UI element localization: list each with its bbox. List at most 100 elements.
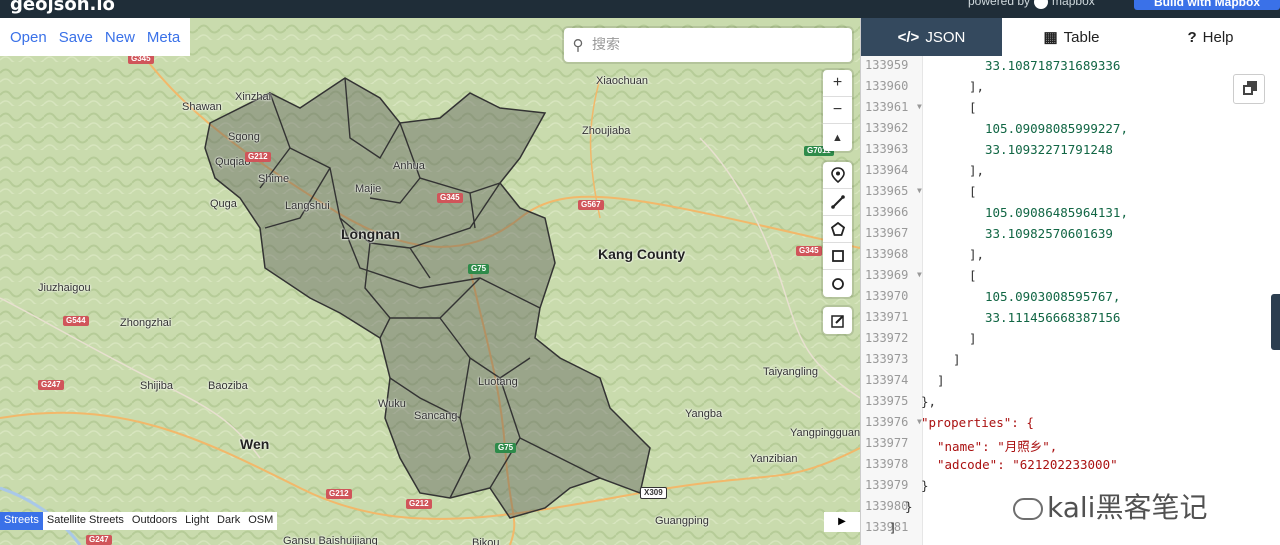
tab-label: JSON bbox=[925, 28, 966, 46]
line-number: 133980 bbox=[865, 499, 909, 513]
rectangle-icon[interactable] bbox=[823, 243, 852, 270]
line-number: 133968 bbox=[865, 247, 909, 261]
code-line: 105.09086485964131, bbox=[985, 205, 1128, 220]
place-label: Xinzhai bbox=[235, 91, 272, 103]
build-with-mapbox-button[interactable]: Build with Mapbox bbox=[1134, 0, 1280, 10]
wechat-icon bbox=[1013, 498, 1043, 520]
place-label: Yanzibian bbox=[750, 453, 798, 465]
json-editor[interactable]: 133959 133960 133961 ▼ 133962 133963 133964 133… bbox=[861, 56, 1280, 545]
code-line: 33.108718731689336 bbox=[985, 58, 1121, 73]
road-shield: G212 bbox=[245, 152, 271, 162]
code-line: "name": "月照乡", bbox=[937, 439, 1058, 454]
fold-toggle-icon[interactable]: ▼ bbox=[917, 102, 922, 111]
line-number: 133976 bbox=[865, 415, 909, 429]
edit-icon[interactable] bbox=[823, 307, 852, 334]
code-line: "adcode": "621202233000" bbox=[937, 457, 1118, 472]
place-label: Majie bbox=[355, 183, 382, 195]
style-dark[interactable]: Dark bbox=[213, 512, 244, 530]
line-number: 133969 bbox=[865, 268, 909, 282]
place-label: Guangping bbox=[655, 515, 709, 527]
place-label: Sgong bbox=[228, 131, 260, 143]
line-icon[interactable] bbox=[823, 189, 852, 216]
line-number: 133977 bbox=[865, 436, 909, 450]
style-light[interactable]: Light bbox=[181, 512, 213, 530]
tab-table[interactable]: ▦ Table bbox=[1002, 18, 1141, 56]
marker-icon[interactable] bbox=[823, 162, 852, 189]
style-streets[interactable]: Streets bbox=[0, 512, 43, 530]
road-shield: G75 bbox=[495, 443, 517, 453]
place-label: Shijiba bbox=[140, 380, 174, 392]
place-label: Yangba bbox=[685, 408, 723, 420]
place-label: Yangpingguan bbox=[790, 427, 860, 439]
zoom-in-button[interactable]: + bbox=[823, 70, 852, 97]
code-line: "properties": { bbox=[921, 415, 1034, 430]
collapse-panel-button[interactable]: ▶ bbox=[824, 512, 860, 532]
style-osm[interactable]: OSM bbox=[244, 512, 277, 530]
search-box: ⚲ bbox=[564, 28, 852, 62]
place-label: Baoziba bbox=[208, 380, 248, 392]
road-shield: G75 bbox=[468, 264, 490, 274]
line-number: 133981 bbox=[865, 520, 909, 534]
place-label: Xiaochuan bbox=[596, 75, 648, 87]
scrollbar-handle[interactable] bbox=[1271, 294, 1280, 350]
code-line: ] bbox=[937, 373, 945, 388]
search-input[interactable] bbox=[592, 37, 832, 53]
map[interactable]: Xinzhai Shawan Xiaochuan Zhoujiaba Quqia… bbox=[0, 18, 860, 545]
mapbox-icon bbox=[1034, 0, 1049, 9]
code-line: }, bbox=[921, 394, 937, 409]
polygon-icon[interactable] bbox=[823, 216, 852, 243]
road-shield: G212 bbox=[406, 499, 432, 509]
circle-icon[interactable] bbox=[823, 270, 852, 297]
road-shield: G567 bbox=[578, 200, 604, 210]
fold-toggle-icon[interactable]: ▼ bbox=[917, 270, 922, 279]
map-style-switcher: Streets Satellite Streets Outdoors Light… bbox=[0, 512, 278, 530]
fold-toggle-icon[interactable]: ▼ bbox=[917, 186, 922, 195]
code-line: } bbox=[921, 478, 929, 493]
road-shield: G247 bbox=[86, 535, 112, 545]
watermark-text: kali黑客笔记 bbox=[1047, 491, 1208, 524]
edit-toolbar bbox=[823, 307, 852, 334]
code-line: 33.10932271791248 bbox=[985, 142, 1113, 157]
place-label: Jiuzhaigou bbox=[38, 282, 91, 294]
compass-button[interactable]: ▲ bbox=[823, 124, 852, 151]
app-logo[interactable]: geojson.io bbox=[10, 0, 115, 15]
code-line: 33.111456668387156 bbox=[985, 310, 1121, 325]
side-panel: </> JSON ▦ Table ? Help 133959 133960 1339… bbox=[860, 18, 1280, 545]
line-number: 133974 bbox=[865, 373, 909, 387]
line-number: 133970 bbox=[865, 289, 909, 303]
code-line: [ bbox=[969, 100, 977, 115]
road-shield: G212 bbox=[326, 489, 352, 499]
place-label-major: Kang County bbox=[598, 246, 686, 262]
meta-button[interactable]: Meta bbox=[141, 29, 186, 46]
style-satellite-streets[interactable]: Satellite Streets bbox=[43, 512, 128, 530]
place-label: Shime bbox=[258, 173, 290, 185]
road-shield: G345 bbox=[437, 193, 463, 203]
code-line: ] bbox=[969, 331, 977, 346]
code-line: 33.10982570601639 bbox=[985, 226, 1113, 241]
code-line: } bbox=[905, 499, 913, 514]
code-line: ], bbox=[969, 163, 985, 178]
copy-icon[interactable] bbox=[1233, 74, 1265, 104]
tab-help[interactable]: ? Help bbox=[1141, 18, 1280, 56]
line-number: 133978 bbox=[865, 457, 909, 471]
search-icon: ⚲ bbox=[572, 37, 584, 54]
code-line: 105.09098085999227, bbox=[985, 121, 1128, 136]
line-number: 133973 bbox=[865, 352, 909, 366]
new-button[interactable]: New bbox=[99, 29, 141, 46]
place-label: Bikou bbox=[472, 537, 500, 545]
save-button[interactable]: Save bbox=[53, 29, 99, 46]
zoom-out-button[interactable]: − bbox=[823, 97, 852, 124]
place-label: Luotang bbox=[478, 376, 518, 388]
code-line: [ bbox=[969, 184, 977, 199]
line-number: 133971 bbox=[865, 310, 909, 324]
line-gutter: 133959 133960 133961 ▼ 133962 133963 133964 133… bbox=[861, 56, 923, 545]
table-icon: ▦ bbox=[1043, 29, 1058, 46]
open-button[interactable]: Open bbox=[4, 29, 53, 46]
place-label: Wuku bbox=[378, 398, 406, 410]
place-label: Gansu Baishuijiang bbox=[283, 535, 378, 545]
line-number: 133965 bbox=[865, 184, 909, 198]
style-outdoors[interactable]: Outdoors bbox=[128, 512, 181, 530]
code-line: ], bbox=[969, 247, 985, 262]
tab-json[interactable]: </> JSON bbox=[861, 18, 1002, 56]
code-line: [ bbox=[969, 268, 977, 283]
